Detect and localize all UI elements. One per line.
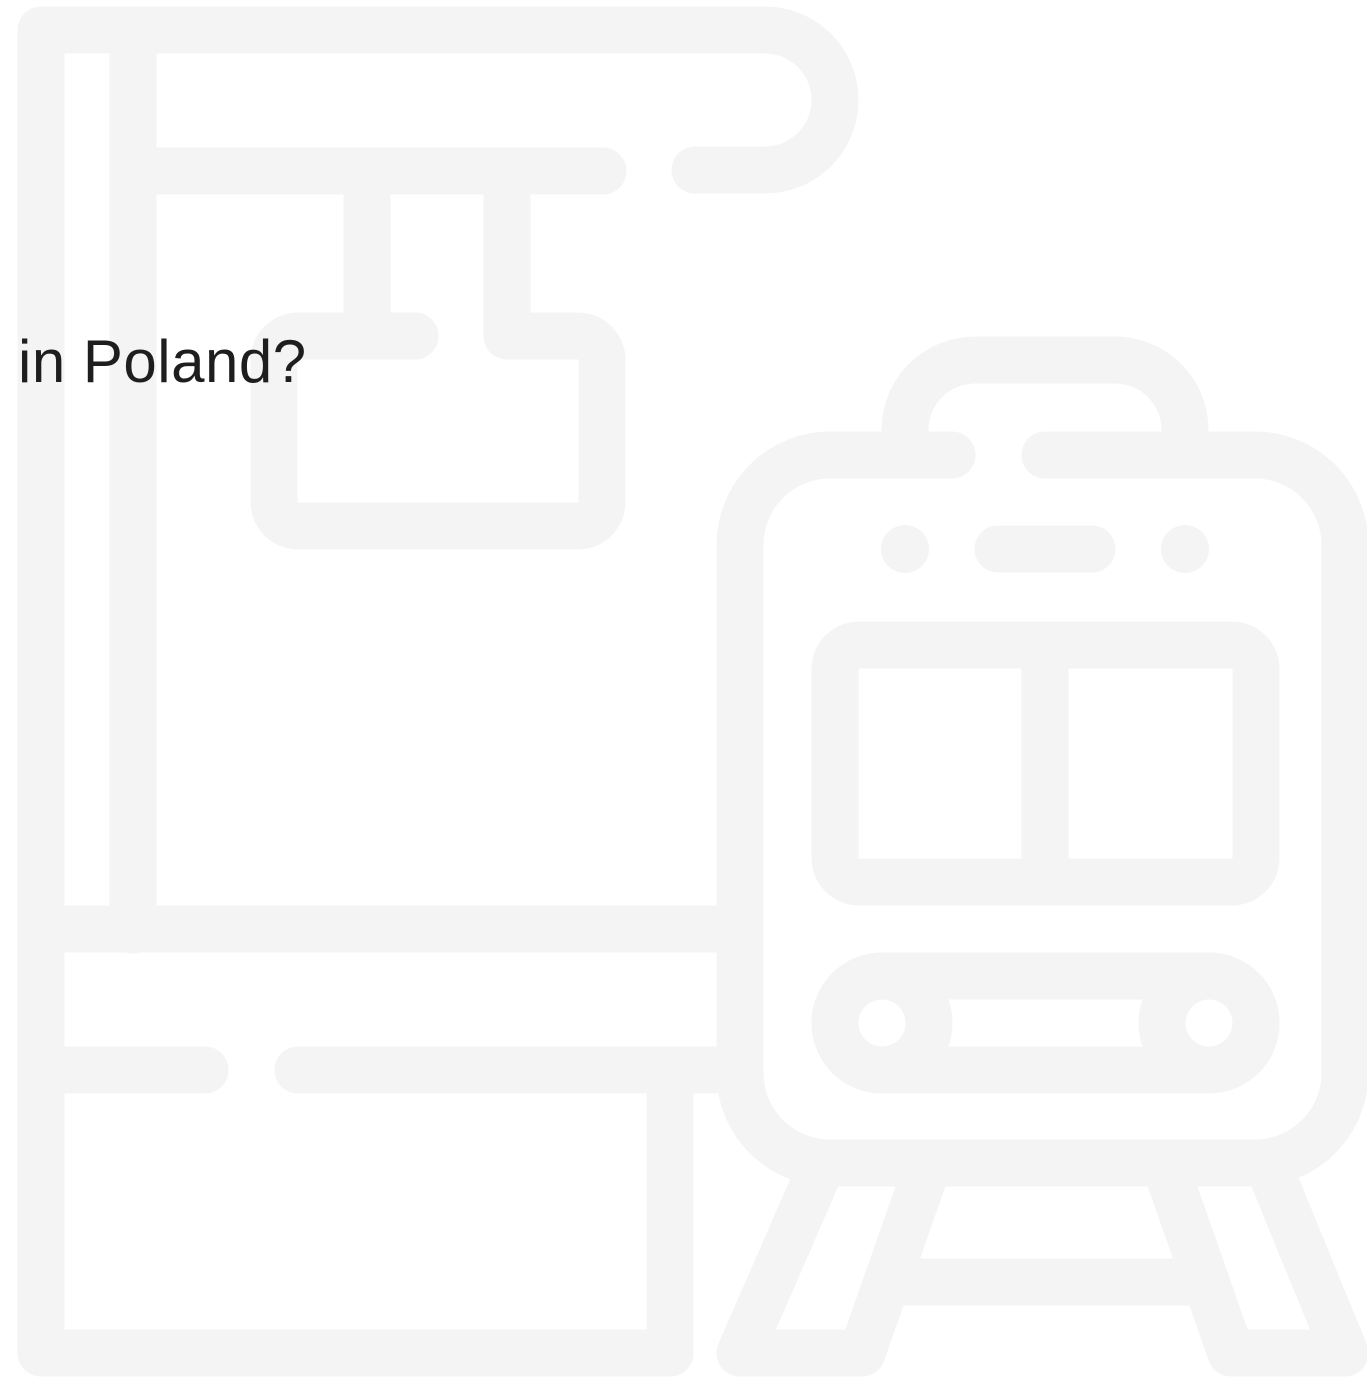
bumper-light-right: [1138, 952, 1280, 1094]
page: in Poland?: [0, 0, 1367, 1379]
train-light-right: [1161, 525, 1209, 573]
train-station-icon: [17, 6, 1367, 1377]
page-headline: in Poland?: [18, 328, 307, 395]
station-frame-outline: [17, 6, 859, 1377]
train-light-left: [881, 525, 929, 573]
hanging-sign-outline: [250, 147, 626, 550]
bumper-light-left: [811, 952, 953, 1094]
